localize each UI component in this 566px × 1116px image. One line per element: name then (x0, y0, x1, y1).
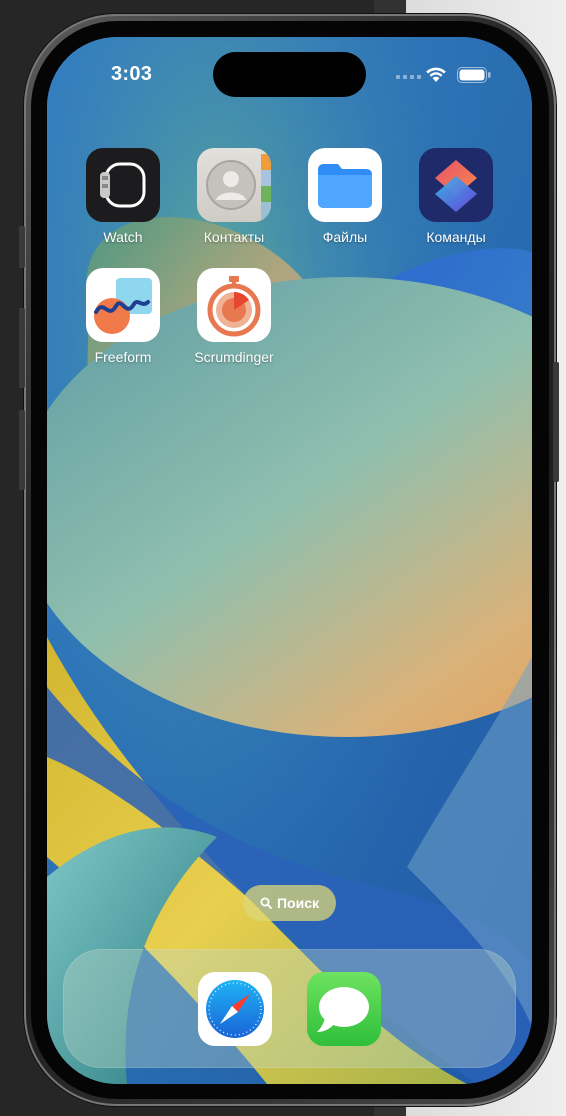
messages-icon[interactable] (307, 972, 381, 1046)
watch-icon (86, 148, 160, 222)
app-label-freeform: Freeform (94, 349, 152, 365)
app-label-shortcuts: Команды (426, 229, 486, 245)
app-label-watch: Watch (103, 229, 143, 245)
app-label-files: Файлы (322, 229, 368, 245)
action-button[interactable] (19, 226, 25, 268)
power-button[interactable] (553, 362, 559, 482)
app-freeform[interactable]: Freeform (68, 268, 178, 365)
volume-up-button[interactable] (19, 308, 25, 388)
status-time: 3:03 (111, 63, 153, 85)
dock (63, 949, 516, 1068)
dynamic-island (213, 52, 366, 97)
app-label-scrumdinger: Scrumdinger (194, 349, 274, 365)
app-files[interactable]: Файлы (290, 148, 400, 245)
app-contacts[interactable]: Контакты (179, 148, 289, 245)
home-screen: 3:03 Watch Контакты Файлы Команды Freefo… (47, 37, 532, 1084)
volume-down-button[interactable] (19, 410, 25, 490)
search-button[interactable]: Поиск (243, 885, 336, 921)
contacts-icon (197, 148, 271, 222)
app-shortcuts[interactable]: Команды (401, 148, 511, 245)
app-scrumdinger[interactable]: Scrumdinger (179, 268, 289, 365)
search-label: Поиск (276, 895, 319, 911)
shortcuts-icon (419, 148, 493, 222)
scrumdinger-icon (197, 268, 271, 342)
search-icon (260, 897, 272, 909)
battery-icon (457, 67, 491, 83)
freeform-icon (86, 268, 160, 342)
files-icon (308, 148, 382, 222)
app-watch[interactable]: Watch (68, 148, 178, 245)
safari-icon[interactable] (198, 972, 272, 1046)
wifi-icon (426, 67, 446, 82)
app-label-contacts: Контакты (203, 229, 265, 245)
cellular-signal-icon (396, 75, 421, 79)
